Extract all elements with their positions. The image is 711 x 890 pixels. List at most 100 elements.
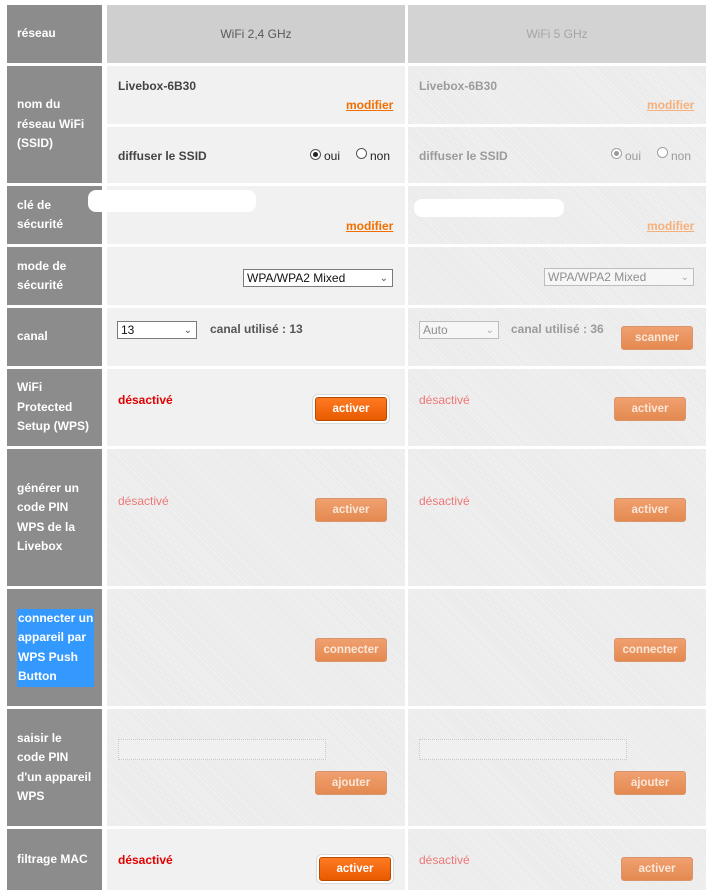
wifi24-mac-cell: désactivé activer (107, 829, 405, 890)
security-mode-label-line1: mode de (17, 258, 67, 273)
wps-label-line2: Protected (17, 399, 73, 414)
redaction-mark-wifi24 (88, 190, 256, 212)
wifi24-generate-pin-button[interactable]: activer (315, 498, 387, 522)
row-label-generate-pin: générer un code PIN WPS de la Livebox (7, 449, 102, 586)
generate-pin-label-line1: générer un (17, 480, 80, 495)
wifi24-mac-status: désactivé (118, 853, 173, 867)
wifi24-broadcast-cell: diffuser le SSID oui non (107, 127, 405, 183)
wifi5-ssid-modify-link[interactable]: modifier (647, 98, 694, 112)
row-label-push-button: connecter un appareil par WPS Push Butto… (7, 589, 102, 706)
security-key-label-line1: clé de (17, 197, 52, 212)
wifi24-broadcast-non-radio[interactable] (356, 148, 367, 159)
network-label: réseau (17, 26, 56, 41)
wifi24-mac-activate-button[interactable]: activer (319, 857, 391, 881)
wifi5-channel-value: Auto (423, 323, 448, 337)
wifi24-ssid-modify-link[interactable]: modifier (346, 98, 393, 112)
wifi24-pin-input[interactable] (118, 739, 326, 760)
wifi5-add-button[interactable]: ajouter (614, 771, 686, 795)
wifi5-security-mode-select[interactable]: WPA/WPA2 Mixed ⌄ (544, 268, 694, 286)
wifi5-mac-cell: désactivé activer (408, 829, 706, 890)
push-button-label-line1: connecter un (17, 608, 95, 628)
push-button-label-line2: appareil par (17, 628, 95, 648)
wifi5-security-mode-cell: WPA/WPA2 Mixed ⌄ (408, 247, 706, 305)
wifi5-ssid-value: Livebox-6B30 (419, 79, 498, 93)
redaction-mark-wifi5 (414, 199, 564, 217)
wps-label-line1: WiFi (17, 380, 43, 395)
chevron-down-icon: ⌄ (680, 272, 689, 283)
wifi24-wps-status: désactivé (118, 393, 173, 407)
generate-pin-label-line3: WPS de la (17, 519, 76, 534)
wifi24-connect-button[interactable]: connecter (315, 638, 387, 662)
wifi24-enter-pin-cell: ajouter (107, 709, 405, 826)
wifi24-ssid-cell: Livebox-6B30 modifier (107, 66, 405, 124)
push-button-label-line3: WPS Push (17, 647, 95, 667)
row-label-network: réseau (7, 5, 102, 63)
wifi24-generate-pin-cell: désactivé activer (107, 449, 405, 586)
wifi24-security-mode-select[interactable]: WPA/WPA2 Mixed ⌄ (243, 269, 393, 287)
wps-label-line3: Setup (WPS) (17, 419, 89, 434)
wifi5-generate-pin-status: désactivé (419, 494, 470, 508)
wifi5-pin-input[interactable] (419, 739, 627, 760)
wifi5-generate-pin-button[interactable]: activer (614, 498, 686, 522)
chevron-down-icon: ⌄ (485, 325, 494, 336)
security-mode-label-line2: sécurité (17, 278, 64, 292)
wifi5-generate-pin-cell: désactivé activer (408, 449, 706, 586)
wifi24-broadcast-oui-radio[interactable] (310, 149, 321, 160)
wifi24-wps-activate-button[interactable]: activer (315, 397, 387, 421)
wifi24-security-mode-cell: WPA/WPA2 Mixed ⌄ (107, 247, 405, 305)
wifi5-enter-pin-cell: ajouter (408, 709, 706, 826)
chevron-down-icon: ⌄ (379, 273, 388, 284)
wifi24-broadcast-non-label: non (370, 149, 391, 163)
wifi5-ssid-cell: Livebox-6B30 modifier (408, 66, 706, 124)
wifi5-connect-button[interactable]: connecter (614, 638, 686, 662)
wifi24-security-mode-value: WPA/WPA2 Mixed (247, 271, 346, 285)
wifi24-broadcast-oui-label: oui (324, 149, 341, 163)
security-key-label-line2: sécurité (17, 217, 64, 231)
wifi5-channel-select[interactable]: Auto ⌄ (419, 321, 499, 339)
wifi5-broadcast-label: diffuser le SSID (419, 149, 508, 163)
wifi5-wps-activate-button[interactable]: activer (614, 397, 686, 421)
enter-pin-label-line4: WPS (17, 789, 45, 803)
wifi5-key-modify-link[interactable]: modifier (647, 219, 694, 233)
wifi5-mac-status: désactivé (419, 853, 470, 867)
wifi24-push-button-cell: connecter (107, 589, 405, 706)
wifi24-channel-used: canal utilisé : 13 (210, 322, 303, 336)
wifi24-add-button[interactable]: ajouter (315, 771, 387, 795)
row-label-enter-pin: saisir le code PIN d'un appareil WPS (7, 709, 102, 826)
wifi5-security-mode-value: WPA/WPA2 Mixed (548, 270, 647, 284)
wifi24-channel-select[interactable]: 13 ⌄ (117, 321, 197, 339)
wifi24-key-modify-link[interactable]: modifier (346, 219, 393, 233)
row-label-mac-filter: filtrage MAC (7, 829, 102, 890)
wifi5-scan-button[interactable]: scanner (621, 326, 693, 350)
mac-filter-label: filtrage MAC (17, 851, 88, 866)
wifi24-ssid-value: Livebox-6B30 (118, 79, 197, 93)
row-label-ssid: nom du réseau WiFi (SSID) (7, 66, 102, 183)
generate-pin-label-line2: code PIN (17, 500, 69, 514)
wifi5-channel-used: canal utilisé : 36 (511, 322, 604, 336)
chevron-down-icon: ⌄ (183, 325, 192, 336)
wifi5-mac-activate-button[interactable]: activer (621, 857, 693, 881)
wifi5-push-button-cell: connecter (408, 589, 706, 706)
column-header-wifi24: WiFi 2,4 GHz (107, 5, 405, 63)
row-label-wps: WiFi Protected Setup (WPS) (7, 369, 102, 446)
wifi5-channel-cell: Auto ⌄ canal utilisé : 36 scanner (408, 308, 706, 366)
wifi24-channel-cell: 13 ⌄ canal utilisé : 13 (107, 308, 405, 366)
wifi5-broadcast-oui-label: oui (625, 149, 642, 163)
wifi5-wps-status: désactivé (419, 393, 470, 407)
ssid-label-line3: (SSID) (17, 136, 53, 151)
enter-pin-label-line3: d'un appareil (17, 769, 92, 784)
wifi24-wps-cell: désactivé activer (107, 369, 405, 446)
generate-pin-label-line4: Livebox (17, 539, 63, 553)
enter-pin-label-line2: code PIN (17, 750, 69, 764)
column-header-wifi5: WiFi 5 GHz (408, 5, 706, 63)
wifi5-wps-cell: désactivé activer (408, 369, 706, 446)
row-label-security-mode: mode de sécurité (7, 247, 102, 305)
row-label-channel: canal (7, 308, 102, 366)
wifi5-broadcast-non-radio[interactable] (657, 147, 668, 158)
wifi24-broadcast-label: diffuser le SSID (118, 149, 207, 163)
wifi5-broadcast-oui-radio[interactable] (611, 148, 622, 159)
ssid-label-line1: nom du (17, 97, 61, 112)
channel-label: canal (17, 329, 48, 344)
wifi24-channel-value: 13 (121, 323, 135, 337)
ssid-label-line2: réseau WiFi (17, 116, 85, 131)
